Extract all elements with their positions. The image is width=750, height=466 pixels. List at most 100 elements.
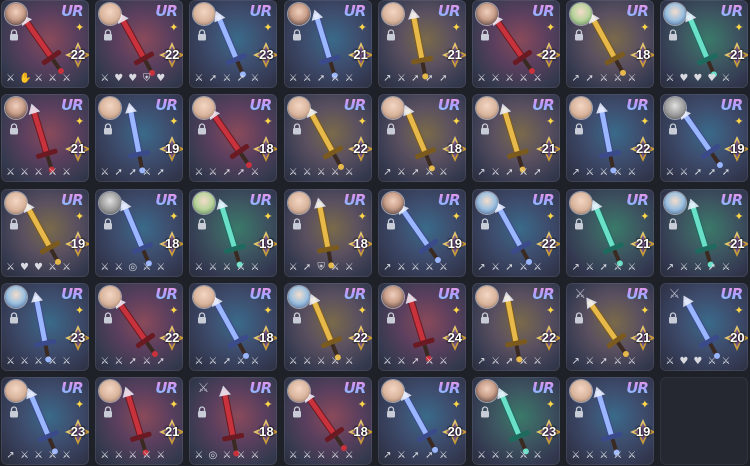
- weapon-card[interactable]: UR ✦ 21 ⚔ ♥ ♥ ♥ ⚔: [660, 0, 749, 88]
- lock-icon[interactable]: [292, 123, 302, 135]
- level-badge: 19: [630, 419, 655, 446]
- lock-icon[interactable]: [197, 312, 207, 324]
- lock-icon[interactable]: [103, 312, 113, 324]
- weapon-card[interactable]: UR ✦ 22 ↗ ⚔ ➚ ⚔ ⚔: [472, 188, 560, 277]
- lock-icon[interactable]: [197, 406, 207, 418]
- lock-icon[interactable]: [480, 406, 490, 418]
- lock-icon[interactable]: [103, 123, 113, 135]
- weapon-card[interactable]: UR ✦ 18 ⚔ ⚔ ◎ ⚔ ⚔: [95, 188, 184, 277]
- lock-icon[interactable]: [480, 312, 490, 324]
- weapon-card[interactable]: UR ✦ 23 ⚔ ⚔ ⚔ ⚔ ⚔: [472, 377, 560, 466]
- weapon-card[interactable]: UR ✦ 21 ↗ ⚔ ⚔ ➚ ⚔: [660, 188, 749, 277]
- weapon-card[interactable]: UR ✦ 22 ↗ ⚔ ➚ ⚔ ⚔: [472, 282, 560, 371]
- lock-icon[interactable]: [480, 217, 490, 230]
- lock-icon[interactable]: [386, 406, 396, 418]
- weapon-card[interactable]: UR ✦ 18 ↗ ⚔ ➚ ⚔ ⚔: [377, 94, 466, 183]
- weapon-card[interactable]: UR ✦ 22 ⚔ ⚔ ⚔ ⚔ ⚔: [472, 0, 560, 88]
- weapon-card[interactable]: ⚔ UR ✦ 18 ⚔ ◎ ⚔ ⚔ ⚔: [189, 377, 278, 466]
- lock-icon[interactable]: [480, 123, 490, 135]
- weapon-card[interactable]: UR ✦ 22 ⚔ ⚔ ⚔ ⚔ ⚔: [283, 94, 372, 183]
- sword-icon: ⚔: [599, 73, 609, 84]
- weapon-card[interactable]: UR ✦ 18 ⚔ ⚔ ➚ ⚔ ⚔: [189, 282, 278, 371]
- lock-icon[interactable]: [197, 217, 207, 230]
- weapon-card[interactable]: UR ✦ 19 ⚔ ⚔ ⚔ ⚔ ⚔: [189, 188, 278, 277]
- weapon-card[interactable]: UR ✦ 19 ⚔ ♥ ♥ ⚔ ⚔: [1, 188, 89, 277]
- lock-icon[interactable]: [386, 217, 396, 230]
- weapon-card[interactable]: UR ✦ 19 ⚔ ⚔ ➚ ➚ ➚: [660, 94, 749, 183]
- weapon-card[interactable]: ⚔ UR ✦ 21 ↗ ⚔ ➚ ⚔ ⚔: [566, 282, 655, 371]
- weapon-card[interactable]: UR ✦ 21 ⚔ ⚔ ⚔ ⚔ ⚔: [95, 377, 184, 466]
- lock-icon[interactable]: [574, 217, 584, 230]
- weapon-card[interactable]: UR ✦ 22 ⚔ ⚔ ➚ ⚔ ➚: [95, 282, 184, 371]
- lock-icon[interactable]: [668, 123, 678, 135]
- weapon-card[interactable]: UR ✦ 24 ⚔ ⚔ ➚ ⚔ ⚔: [377, 282, 466, 371]
- weapon-card[interactable]: UR ✦ 21 ↗ ⚔ ➚ ⚔ ➚: [472, 94, 560, 183]
- lock-icon[interactable]: [574, 123, 584, 135]
- weapon-card[interactable]: UR ✦ 18 ⚔ ➚ ⛨ ⚔ ⚔: [283, 188, 372, 277]
- weapon-card[interactable]: UR ✦ 22 ↗ ⚔ ⚔ ⚔ ⚔: [566, 94, 655, 183]
- lock-icon[interactable]: [574, 29, 584, 41]
- skill-icon-row: ⚔ ⚔ ◎ ⚔ ⚔: [99, 262, 166, 274]
- weapon-card[interactable]: UR ✦ 23 ↗ ⚔ ⚔ ⚔ ⚔: [1, 377, 89, 466]
- lock-icon[interactable]: [9, 312, 19, 324]
- skill-icon-row: ⚔ ♥ ♥ ⛨ ♥: [99, 73, 166, 85]
- character-avatar: [381, 3, 404, 25]
- lock-icon[interactable]: [9, 406, 19, 418]
- lock-icon[interactable]: [292, 29, 302, 41]
- sword-icon: ⚔: [194, 355, 204, 367]
- target-icon: ◎: [128, 261, 138, 273]
- star-icon: ✦: [357, 398, 367, 412]
- weapon-card[interactable]: ⚔ UR ✦ 20 ⚔ ♥ ♥ ⚔ ⚔: [660, 282, 749, 371]
- sword-icon: ⚔: [20, 355, 29, 367]
- weapon-card[interactable]: UR ✦ 18 ↗ ➚ ⚔ ⚔ ⚔: [566, 0, 655, 88]
- rarity-label: UR: [532, 379, 555, 398]
- lock-icon[interactable]: [9, 217, 19, 230]
- weapon-card[interactable]: UR ✦ 21 ↗ ⚔ ➚ ⚔ ⚔: [566, 188, 655, 277]
- weapon-card[interactable]: UR ✦ 22 ⚔ ✋ ⚔ ⚔ ⚔: [1, 0, 89, 88]
- lock-icon[interactable]: [480, 29, 490, 41]
- level-badge: 23: [253, 42, 278, 68]
- lock-icon[interactable]: [292, 312, 302, 324]
- lock-icon[interactable]: [668, 29, 678, 41]
- weapon-card[interactable]: UR ✦ 20 ↗ ⚔ ➚ ➚ ⚔: [377, 377, 466, 466]
- sword-icon: ⚔: [288, 450, 298, 462]
- weapon-card[interactable]: UR ✦ 21 ⚔ ⚔ ⚔ ⚔ ⚔: [1, 94, 89, 183]
- lock-icon[interactable]: [103, 217, 113, 230]
- star-icon: ✦: [640, 398, 650, 412]
- rarity-label: UR: [249, 284, 272, 303]
- weapon-card[interactable]: UR ✦ 19 ⚔ ⚔ ⚔ ⚔ ⚔: [566, 377, 655, 466]
- weapon-card[interactable]: UR ✦ 21 ↗ ⚔ ➚ ➚ ➚: [377, 0, 466, 88]
- weapon-card[interactable]: UR ✦ 23 ⚔ ⚔ ⚔ ⚔ ⚔: [1, 282, 89, 371]
- weapon-card[interactable]: UR ✦ 22 ⚔ ⚔ ⚔ ⚔ ⚔: [283, 282, 372, 371]
- lock-icon[interactable]: [103, 29, 113, 41]
- weapon-card[interactable]: UR ✦ 19 ⚔ ➚ ➚ ⚔ ➚: [95, 94, 184, 183]
- arrow-icon: ➚: [156, 355, 165, 367]
- lock-icon[interactable]: [574, 312, 584, 324]
- weapon-card[interactable]: UR ✦ 23 ⚔ ➚ ⚔ ➚ ⚔: [189, 0, 278, 88]
- empty-weapon-slot[interactable]: [660, 377, 749, 466]
- weapon-card[interactable]: UR ✦ 19 ↗ ⚔ ⚔ ⚔ ⚔: [377, 188, 466, 277]
- lock-icon[interactable]: [292, 217, 302, 230]
- arrow-icon: ➚: [707, 261, 717, 273]
- level-badge: 22: [159, 324, 184, 351]
- lock-icon[interactable]: [9, 123, 19, 135]
- weapon-card[interactable]: UR ✦ 18 ⚔ ⚔ ⚔ ⚔ ⚔: [283, 377, 372, 466]
- lock-icon[interactable]: [197, 123, 207, 135]
- lock-icon[interactable]: [574, 406, 584, 418]
- lock-icon[interactable]: [386, 312, 396, 324]
- weapon-card[interactable]: UR ✦ 21 ⚔ ⚔ ➚ ⚔ ⚔: [283, 0, 372, 88]
- weapon-card[interactable]: UR ✦ 18 ⚔ ⚔ ➚ ➚ ⚔: [189, 94, 278, 183]
- lock-icon[interactable]: [386, 123, 396, 135]
- sword-icon: ⚔: [142, 355, 152, 367]
- star-icon: ✦: [169, 115, 179, 129]
- lock-icon[interactable]: [668, 312, 678, 324]
- star-icon: ✦: [75, 21, 85, 34]
- lock-icon[interactable]: [103, 406, 113, 418]
- lock-icon[interactable]: [292, 406, 302, 418]
- lock-icon[interactable]: [386, 29, 396, 41]
- lance-icon: ↗: [571, 355, 580, 367]
- lock-icon[interactable]: [668, 217, 678, 230]
- lock-icon[interactable]: [197, 29, 207, 41]
- lock-icon[interactable]: [9, 29, 19, 41]
- weapon-card[interactable]: UR ✦ 22 ⚔ ♥ ♥ ⛨ ♥: [95, 0, 184, 88]
